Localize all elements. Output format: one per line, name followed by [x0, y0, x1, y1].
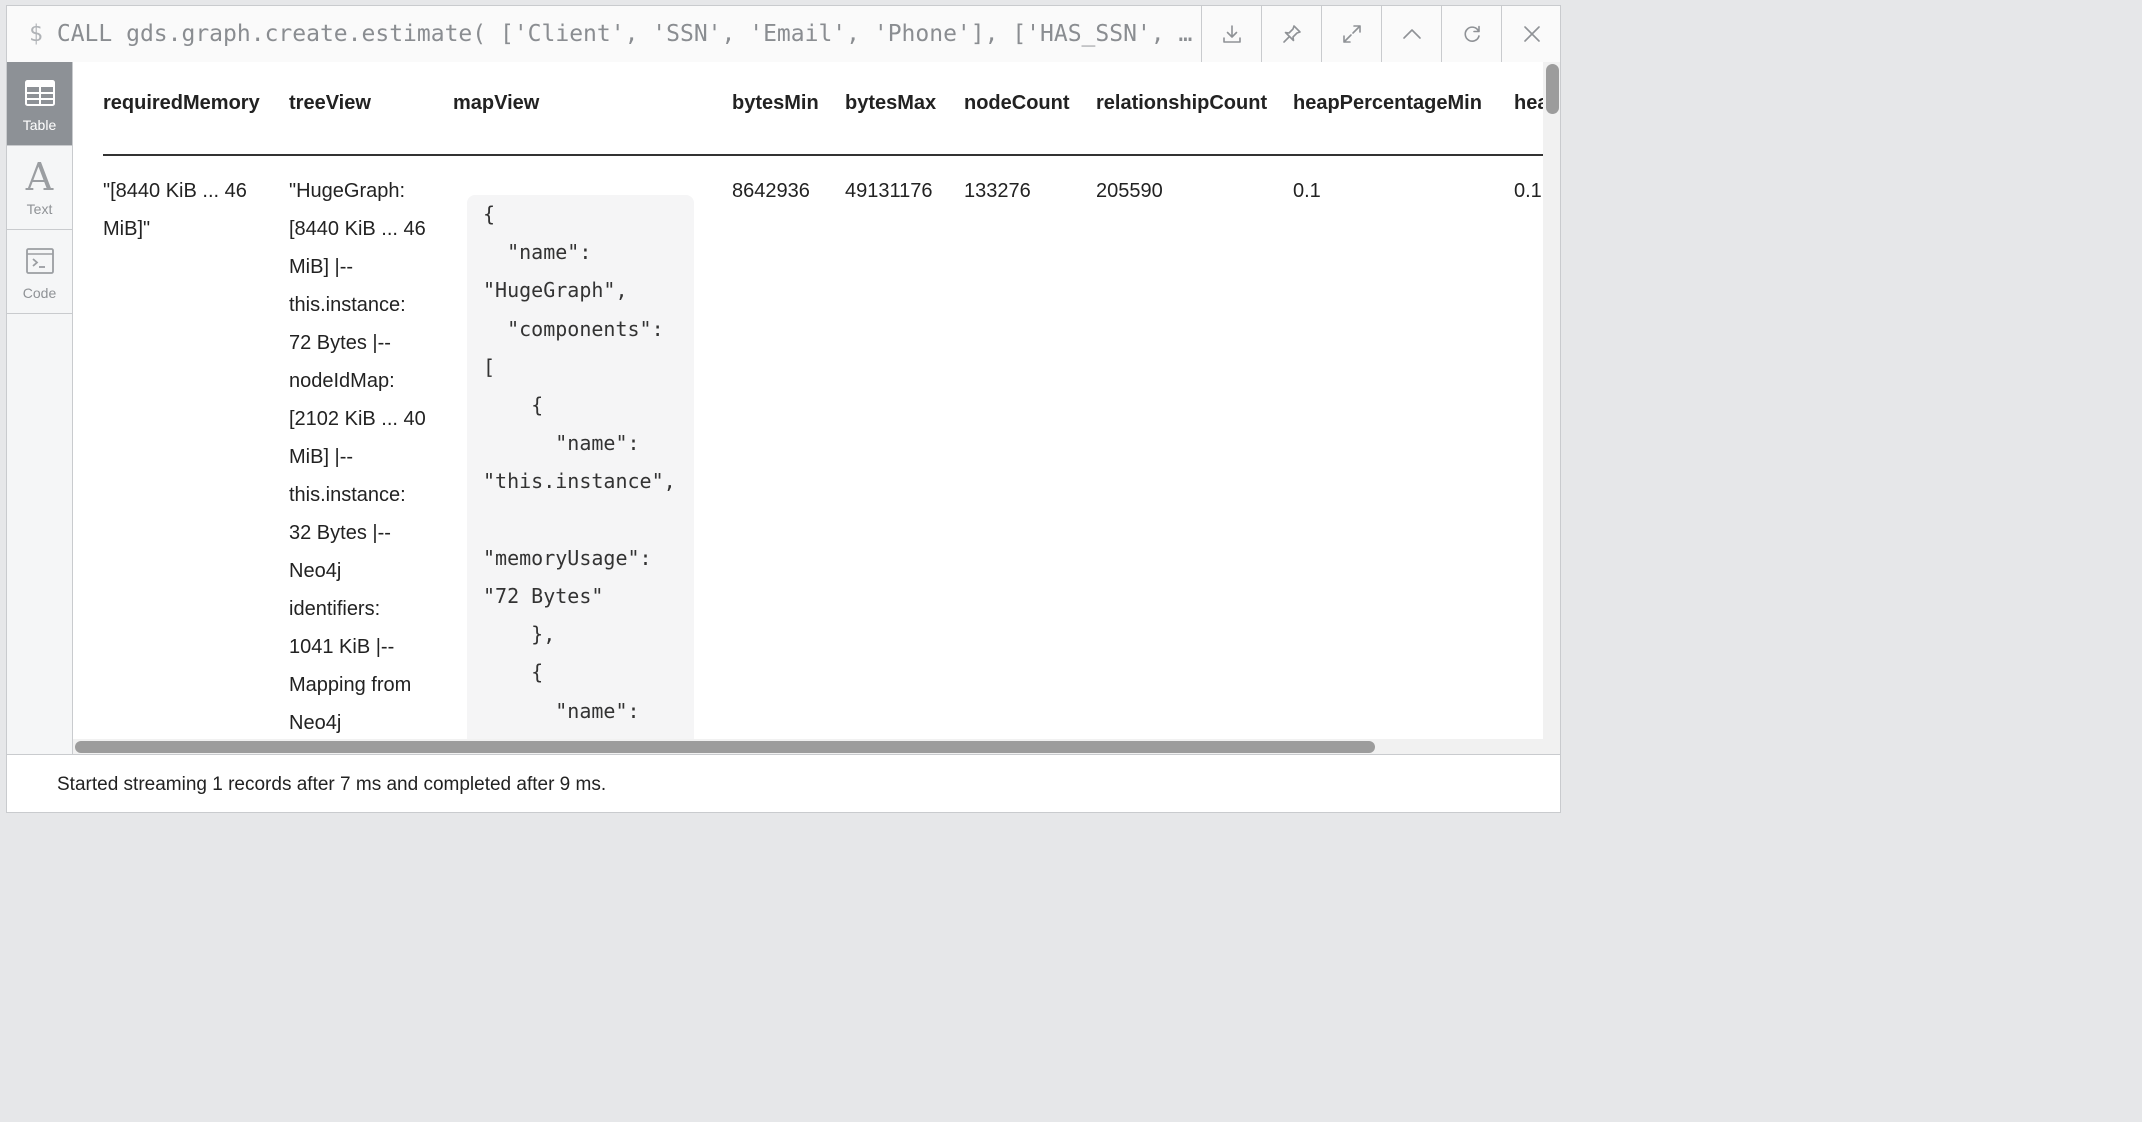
frame-toolbar — [1201, 6, 1560, 62]
cell-line: 1041 KiB |-- — [289, 636, 395, 658]
cell-line: MiB]" — [103, 218, 151, 240]
text-icon: A — [25, 154, 54, 199]
download-button[interactable] — [1201, 6, 1261, 62]
query-text: CALL gds.graph.create.estimate( ['Client… — [56, 21, 1193, 47]
column-header-nodeCount[interactable]: nodeCount — [964, 92, 1070, 115]
cell-line: Neo4j — [289, 560, 342, 582]
cell-line: this.instance: — [289, 294, 406, 316]
view-code-button[interactable]: Code — [7, 230, 72, 314]
cell-line: 32 Bytes |-- — [289, 522, 391, 544]
table-icon — [24, 79, 55, 106]
horizontal-scroll-thumb[interactable] — [75, 741, 1375, 753]
cell-line: "HugeGraph: — [289, 180, 406, 202]
pin-button[interactable] — [1261, 6, 1321, 62]
column-header-treeView[interactable]: treeView — [289, 92, 371, 115]
view-table-button[interactable]: Table — [7, 62, 72, 146]
cell-line: "[8440 KiB ... 46 — [103, 180, 247, 202]
column-header-heapPercentageMin[interactable]: heapPercentageMin — [1293, 92, 1482, 115]
cell-line: identifiers: — [289, 598, 381, 620]
cell-heapPercentageMax: 0.1 — [1514, 180, 1542, 202]
collapse-button[interactable] — [1381, 6, 1441, 62]
cell-nodeCount: 133276 — [964, 180, 1031, 202]
cell-line: Neo4j — [289, 712, 342, 734]
cell-line: MiB] |-- — [289, 446, 354, 468]
column-header-bytesMin[interactable]: bytesMin — [732, 92, 819, 115]
header-divider — [103, 154, 1560, 156]
pin-icon — [1282, 25, 1301, 43]
cell-bytesMin: 8642936 — [732, 180, 810, 202]
result-table: requiredMemory treeView mapView bytesMin… — [73, 62, 1560, 754]
cell-requiredMemory: "[8440 KiB ... 46 MiB]" — [103, 172, 273, 248]
status-message: Started streaming 1 records after 7 ms a… — [57, 773, 607, 795]
expand-icon — [1342, 25, 1361, 43]
cell-mapView-json: { "name": "HugeGraph", "components": [ {… — [467, 195, 694, 754]
result-frame: $ CALL gds.graph.create.estimate( ['Clie… — [6, 5, 1561, 813]
query-editor[interactable]: $ CALL gds.graph.create.estimate( ['Clie… — [7, 6, 1201, 62]
close-button[interactable] — [1501, 6, 1560, 62]
fullscreen-button[interactable] — [1321, 6, 1381, 62]
column-header-relationshipCount[interactable]: relationshipCount — [1096, 92, 1267, 115]
cell-treeView: "HugeGraph: [8440 KiB ... 46 MiB] |-- th… — [289, 172, 449, 742]
column-header-mapView[interactable]: mapView — [453, 92, 539, 115]
close-icon — [1523, 26, 1540, 42]
cell-line: [8440 KiB ... 46 — [289, 218, 426, 240]
prompt-symbol: $ — [29, 21, 43, 47]
view-code-label: Code — [22, 284, 57, 301]
view-text-label: Text — [26, 200, 53, 217]
view-text-button[interactable]: A Text — [7, 146, 72, 230]
vertical-scroll-thumb[interactable] — [1546, 64, 1559, 114]
collapse-up-icon — [1402, 29, 1421, 39]
download-icon — [1222, 25, 1241, 43]
cell-line: this.instance: — [289, 484, 406, 506]
cell-bytesMax: 49131176 — [845, 180, 933, 202]
view-table-label: Table — [22, 116, 57, 133]
rerun-button[interactable] — [1441, 6, 1501, 62]
cell-heapPercentageMin: 0.1 — [1293, 180, 1321, 202]
status-bar: Started streaming 1 records after 7 ms a… — [7, 754, 1560, 812]
column-header-requiredMemory[interactable]: requiredMemory — [103, 92, 260, 115]
cell-line: Mapping from — [289, 674, 412, 696]
query-bar: $ CALL gds.graph.create.estimate( ['Clie… — [7, 6, 1560, 63]
view-switcher: Table A Text Code — [7, 62, 73, 754]
vertical-scrollbar[interactable] — [1543, 62, 1560, 754]
cell-line: nodeIdMap: — [289, 370, 395, 392]
cell-line: MiB] |-- — [289, 256, 354, 278]
cell-line: [2102 KiB ... 40 — [289, 408, 426, 430]
cell-relationshipCount: 205590 — [1096, 180, 1163, 202]
column-header-bytesMax[interactable]: bytesMax — [845, 92, 936, 115]
cell-line: 72 Bytes |-- — [289, 332, 391, 354]
rerun-icon — [1463, 25, 1480, 42]
code-icon — [25, 247, 54, 274]
